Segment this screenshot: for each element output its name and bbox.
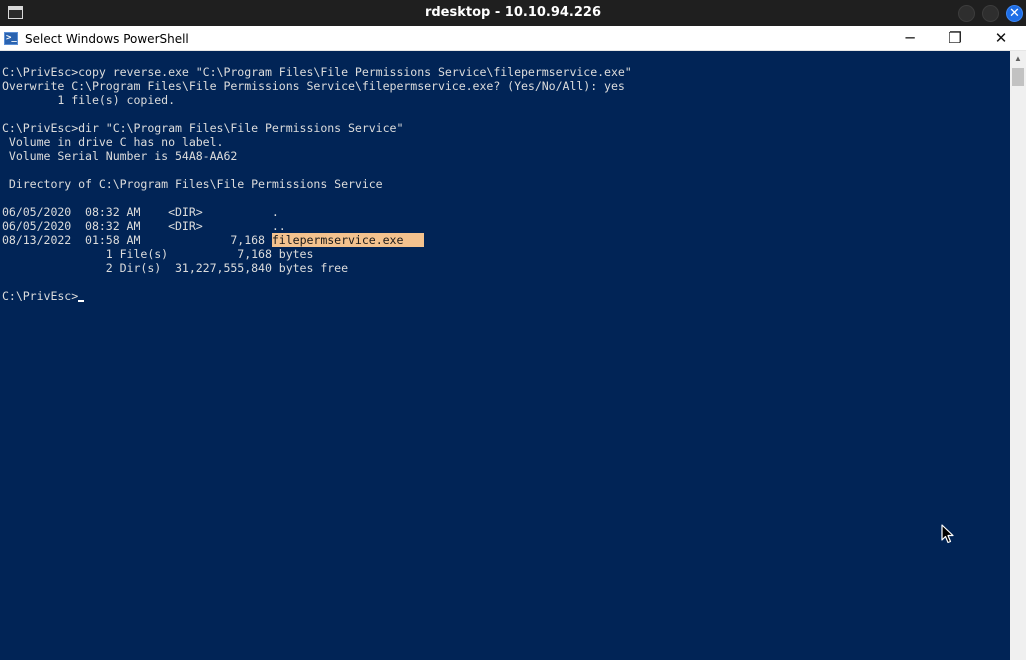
prompt-text: C:\PrivEsc> [2,289,79,303]
text-selection[interactable]: filepermservice.exe [271,233,425,247]
console-line: 1 File(s) 7,168 bytes [2,247,314,261]
console-line-prefix: 08/13/2022 01:58 AM 7,168 [2,233,272,247]
console-output[interactable]: C:\PrivEsc>copy reverse.exe "C:\Program … [0,51,1010,660]
console-line: Overwrite C:\Program Files\File Permissi… [2,79,625,93]
console-line: 06/05/2020 08:32 AM <DIR> .. [2,219,286,233]
scroll-up-arrow-icon[interactable]: ▲ [1010,51,1026,67]
console-line: C:\PrivEsc>dir "C:\Program Files\File Pe… [2,121,404,135]
maximize-circle-button[interactable] [982,5,999,22]
powershell-titlebar: >_ Select Windows PowerShell ─ ❐ ✕ [0,26,1026,51]
console-line-selected-file: 08/13/2022 01:58 AM 7,168 filepermservic… [2,233,425,247]
rdesktop-title: rdesktop - 10.10.94.226 [424,5,602,20]
scrollbar-thumb[interactable] [1012,68,1024,86]
restore-button[interactable]: ❐ [932,26,978,51]
console-line: 06/05/2020 08:32 AM <DIR> . [2,205,279,219]
minimize-button[interactable]: ─ [887,26,933,51]
console-line: 2 Dir(s) 31,227,555,840 bytes free [2,261,349,275]
console-line: Directory of C:\Program Files\File Permi… [2,177,383,191]
window-title: Select Windows PowerShell [25,32,189,46]
console-line: 1 file(s) copied. [2,93,176,107]
text-cursor [78,300,85,302]
console-line: C:\PrivEsc>copy reverse.exe "C:\Program … [2,65,632,79]
powershell-icon: >_ [4,32,18,45]
prompt-line[interactable]: C:\PrivEsc> [2,289,85,303]
vertical-scrollbar[interactable]: ▲ [1010,51,1026,660]
mouse-pointer-icon [941,524,954,544]
minimize-circle-button[interactable] [958,5,975,22]
console-line: Volume Serial Number is 54A8-AA62 [2,149,238,163]
close-circle-button[interactable]: ✕ [1006,5,1023,22]
console-line: Volume in drive C has no label. [2,135,224,149]
rdesktop-titlebar: rdesktop - 10.10.94.226 ✕ [0,0,1026,26]
close-button[interactable]: ✕ [978,26,1024,51]
